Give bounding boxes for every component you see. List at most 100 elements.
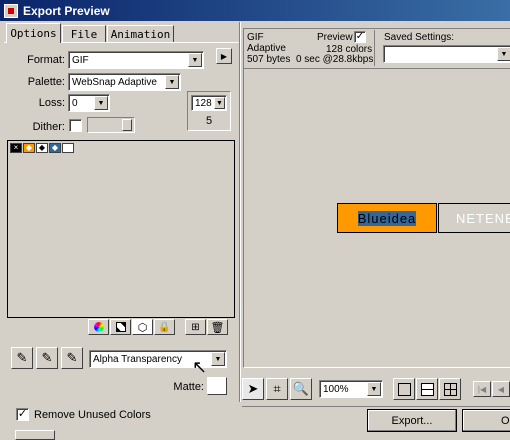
chevron-down-icon: ▼ (211, 352, 225, 366)
color-swatch[interactable]: ◆ (36, 143, 48, 153)
zoom-tool-button[interactable]: 🔍 (290, 378, 312, 400)
actions-separator (242, 406, 510, 407)
preview-stats: 507 bytes 0 sec @28.8kbps (247, 54, 373, 65)
lock-button[interactable]: 🔒 (154, 319, 175, 335)
preview-size: 507 bytes (247, 54, 291, 65)
color-swatch[interactable]: × (10, 143, 22, 153)
four-view-icon (443, 382, 457, 396)
preview-checkbox[interactable]: ✓ (354, 31, 366, 43)
crop-tool-button[interactable]: ⌗ (266, 378, 288, 400)
chevron-down-icon: ▼ (94, 96, 108, 110)
add-color-button[interactable]: ⊞ (185, 319, 206, 335)
loss-label: Loss: (38, 97, 65, 109)
tab-animation[interactable]: Animation (107, 25, 174, 43)
dither-slider-thumb[interactable] (122, 119, 132, 131)
canvas-button-label: NETENE (456, 210, 510, 226)
transparency-value: Alpha Transparency (93, 353, 182, 365)
tab-options-label: Options (10, 27, 57, 40)
eyedropper-plus-icon: ✎ (41, 350, 53, 365)
scroll-stub (15, 430, 55, 440)
color-swatch[interactable] (62, 143, 74, 153)
title-bar: Export Preview (0, 0, 510, 21)
matte-color-swatch[interactable] (207, 377, 227, 395)
first-frame-button[interactable]: |◀ (473, 381, 491, 397)
tab-options[interactable]: Options (6, 23, 61, 43)
prev-frame-icon: ◀ (497, 384, 505, 394)
single-view-icon (397, 382, 411, 396)
chevron-down-icon: ▼ (214, 97, 225, 109)
transparent-icon[interactable] (110, 319, 131, 335)
delete-color-button[interactable]: 🗑 (207, 319, 228, 335)
export-label: Export... (391, 414, 433, 427)
color-swatch[interactable]: ◆ (49, 143, 61, 153)
eyedropper-icon: ✎ (16, 350, 28, 365)
canvas-button-blueidea: Blueidea (337, 203, 437, 233)
add-icon: ⊞ (191, 321, 200, 333)
zoom-select[interactable]: 100% ▼ (319, 380, 383, 398)
eyedropper-minus-icon: ✎ (66, 350, 78, 365)
loss-select[interactable]: 0 ▼ (68, 94, 110, 112)
format-value: GIF (72, 54, 89, 66)
options-menu-button[interactable]: ▶ (216, 48, 232, 64)
eyedropper-button[interactable]: ✎ (11, 347, 33, 369)
canvas-button-label: Blueidea (357, 210, 417, 226)
preview-toolbar: ➤ ⌗ 🔍 100% ▼ |◀ ◀ (242, 377, 510, 403)
preview-header-separator (244, 68, 510, 69)
format-select[interactable]: GIF ▼ (68, 51, 204, 69)
cursor-icon: ↖ (192, 357, 208, 377)
preview-colors: 128 colors (326, 44, 373, 55)
tab-file-label: File (70, 28, 98, 41)
eyedropper-tools: ✎ ✎ ✎ (11, 347, 83, 369)
matte-label: Matte: (173, 381, 204, 393)
lock-icon: 🔒 (158, 321, 171, 333)
chevron-down-icon: ▼ (165, 75, 179, 89)
color-swatches: × ◆ ◆ ◆ (10, 143, 74, 153)
checkmark-icon: ✓ (17, 408, 28, 420)
view-split4-button[interactable] (439, 378, 461, 400)
checker-icon (115, 322, 126, 332)
chevron-down-icon: ▼ (497, 47, 510, 61)
ok-button[interactable]: OK (462, 409, 510, 432)
web-snap-icon[interactable] (88, 319, 109, 335)
dither-checkbox[interactable] (69, 119, 82, 132)
dither-slider[interactable] (87, 117, 135, 133)
remove-unused-label: Remove Unused Colors (34, 409, 151, 421)
colors-count: 5 (205, 115, 213, 127)
canvas-button-netene: NETENE (438, 203, 510, 233)
app-icon (4, 3, 18, 18)
tab-file[interactable]: File (62, 25, 106, 43)
chevron-down-icon: ▼ (367, 382, 381, 396)
palette-label: Palette: (27, 76, 65, 88)
two-view-icon (420, 382, 434, 396)
ok-label: OK (501, 414, 510, 427)
prev-frame-button[interactable]: ◀ (492, 381, 510, 397)
palette-value: WebSnap Adaptive (72, 76, 157, 88)
saved-settings-select[interactable]: ▼ (383, 45, 510, 63)
preview-pane (243, 28, 510, 368)
magnifier-icon: 🔍 (292, 381, 310, 396)
remove-unused-checkbox[interactable]: ✓ (16, 408, 29, 421)
pointer-tool-button[interactable]: ➤ (242, 378, 264, 400)
view-single-button[interactable] (393, 378, 415, 400)
color-table-toolbar: ⬡ 🔒 ⊞ 🗑 (88, 319, 228, 335)
palette-select[interactable]: WebSnap Adaptive ▼ (68, 73, 181, 91)
view-split2-button[interactable] (416, 378, 438, 400)
export-button[interactable]: Export... (367, 409, 457, 432)
color-table: × ◆ ◆ ◆ (7, 140, 235, 318)
zoom-value: 100% (323, 383, 349, 395)
cube-icon: ⬡ (137, 321, 148, 334)
eyedropper-subtract-button[interactable]: ✎ (61, 347, 83, 369)
format-label: Format: (27, 54, 65, 66)
header-divider (374, 30, 375, 66)
first-frame-icon: |◀ (477, 384, 487, 394)
cube-button[interactable]: ⬡ (132, 319, 153, 335)
pane-divider (239, 22, 241, 402)
color-swatch[interactable]: ◆ (23, 143, 35, 153)
loss-value: 0 (72, 97, 78, 109)
eyedropper-add-button[interactable]: ✎ (36, 347, 58, 369)
dither-label: Dither: (32, 121, 65, 133)
window-title: Export Preview (23, 3, 110, 18)
chevron-down-icon: ▼ (188, 53, 202, 67)
max-colors-select[interactable]: 128 ▼ (191, 95, 227, 111)
trash-icon: 🗑 (210, 321, 225, 334)
